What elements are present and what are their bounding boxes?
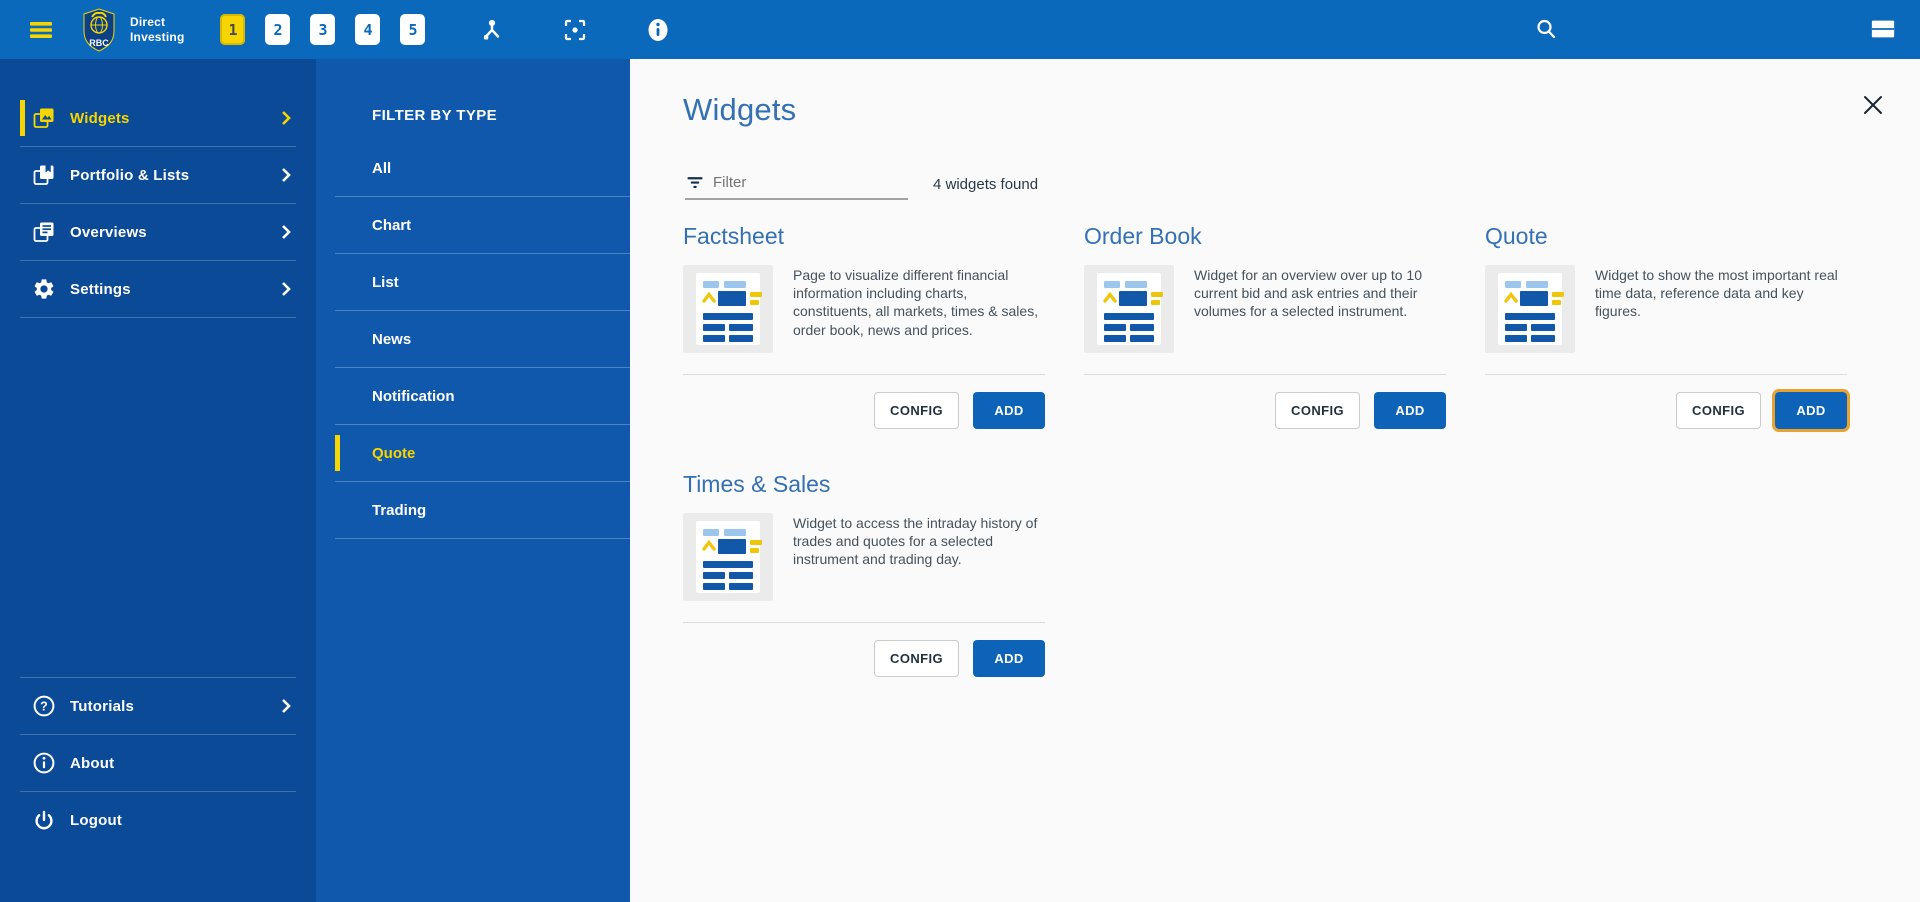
sidebar-item-logout[interactable]: Logout [20,792,296,849]
page-title: Widgets [683,92,797,127]
filter-option-trading[interactable]: Trading [335,482,630,539]
svg-text:RBC: RBC [89,38,109,48]
filter-list-icon [687,176,703,188]
filter-option-chart[interactable]: Chart [335,197,630,254]
close-icon[interactable] [1860,92,1886,118]
top-bar: RBC Direct Investing 1 2 3 4 5 [0,0,1920,59]
filter-option-label: Trading [372,501,427,519]
widget-thumbnail [683,513,773,601]
workspace-tab-2[interactable]: 2 [265,14,291,45]
search-icon[interactable] [1533,16,1559,42]
settings-gear-icon [34,279,54,299]
widget-card-grid: Factsheet Page to visualize different fi… [683,223,1850,677]
chevron-right-icon [282,699,291,713]
workspace-tab-5[interactable]: 5 [400,14,426,45]
sidebar-item-label: Logout [70,812,123,829]
rbc-shield-icon: RBC [83,7,115,52]
widget-card-quote: Quote Widget to show the most important … [1485,223,1850,432]
scan-icon[interactable] [562,17,588,43]
filter-option-news[interactable]: News [335,311,630,368]
power-icon [35,810,53,829]
widget-card-times-sales: Times & Sales Widget to access the intra… [683,471,1045,677]
filter-option-list: All Chart List News Notification Quote T… [316,140,630,539]
filter-panel-title: FILTER BY TYPE [372,107,498,124]
svg-text:?: ? [40,700,48,714]
app-window: RBC Direct Investing 1 2 3 4 5 Widgets P… [0,0,1920,902]
add-button[interactable]: ADD [1374,392,1446,429]
config-button[interactable]: CONFIG [1676,392,1761,429]
rbc-logo: RBC Direct Investing [82,7,185,52]
add-button[interactable]: ADD [973,392,1045,429]
widget-thumbnail [1084,265,1174,353]
sidebar-item-label: About [70,754,115,772]
hamburger-menu-icon[interactable] [28,17,54,43]
overviews-icon [33,222,54,242]
sidebar-item-tutorials[interactable]: ? Tutorials [20,677,296,735]
sidebar-item-label: Portfolio & Lists [70,166,190,184]
sidebar-item-settings[interactable]: Settings [20,261,296,318]
widgets-icon [33,108,54,128]
filter-option-label: Notification [372,387,455,405]
workspace-tabs: 1 2 3 4 5 [220,14,426,45]
sidebar-footer: ? Tutorials About Logout [0,677,316,849]
config-button[interactable]: CONFIG [874,392,959,429]
widget-description: Widget to show the most important real t… [1595,267,1838,320]
widget-filter-field[interactable] [685,167,908,200]
widget-card-title: Quote [1485,223,1548,249]
sidebar-item-label: Overviews [70,223,147,241]
chevron-right-icon [282,225,291,239]
help-circle-icon: ? [33,695,55,717]
sidebar-item-overviews[interactable]: Overviews [20,204,296,261]
workspace-tab-3[interactable]: 3 [310,14,336,45]
chevron-right-icon [282,282,291,296]
sidebar: Widgets Portfolio & Lists Overviews Sett… [0,59,316,902]
widget-thumbnail [683,265,773,353]
filter-option-label: All [372,159,392,177]
widget-thumbnail [1485,265,1575,353]
info-icon[interactable] [645,17,671,43]
workspace-tab-1[interactable]: 1 [220,14,246,45]
filter-option-notification[interactable]: Notification [335,368,630,425]
widget-card-order-book: Order Book Widget for an overview over u… [1084,223,1446,429]
filter-option-label: Chart [372,216,412,234]
widget-card-title: Times & Sales [683,471,831,497]
layout-icon[interactable] [1870,16,1896,42]
widget-card-title: Order Book [1084,223,1202,249]
sidebar-item-portfolio-lists[interactable]: Portfolio & Lists [20,147,296,204]
sidebar-item-widgets[interactable]: Widgets [20,90,296,147]
widget-card-title: Factsheet [683,223,784,249]
filter-by-type-panel: FILTER BY TYPE All Chart List News Notif… [316,59,630,902]
filter-option-all[interactable]: All [335,140,630,197]
info-circle-icon [33,752,55,774]
filter-option-label: News [372,330,412,348]
add-button[interactable]: ADD [973,640,1045,677]
filter-option-label: List [372,273,399,291]
results-count: 4 widgets found [933,176,1039,193]
workspace-tab-4[interactable]: 4 [355,14,381,45]
sidebar-item-label: Widgets [70,109,130,127]
tools-icon[interactable] [479,17,505,43]
filter-option-quote[interactable]: Quote [335,425,630,482]
widgets-dialog: Widgets 4 widgets found Factsheet [630,59,1920,902]
chevron-right-icon [282,111,291,125]
sidebar-item-label: Tutorials [70,697,135,715]
filter-option-list[interactable]: List [335,254,630,311]
sidebar-item-about[interactable]: About [20,735,296,792]
widget-description: Widget to access the intraday history of… [793,515,1038,568]
add-button-highlighted[interactable]: ADD [1772,389,1850,432]
brand-name: Direct Investing [130,14,185,44]
widget-filter-input[interactable] [713,174,893,191]
widget-card-factsheet: Factsheet Page to visualize different fi… [683,223,1045,429]
portfolio-icon [33,165,54,185]
filter-option-label: Quote [372,444,416,462]
widget-description: Page to visualize different financial in… [793,267,1039,338]
config-button[interactable]: CONFIG [874,640,959,677]
widget-description: Widget for an overview over up to 10 cur… [1194,267,1423,320]
chevron-right-icon [282,168,291,182]
sidebar-item-label: Settings [70,280,131,298]
config-button[interactable]: CONFIG [1275,392,1360,429]
